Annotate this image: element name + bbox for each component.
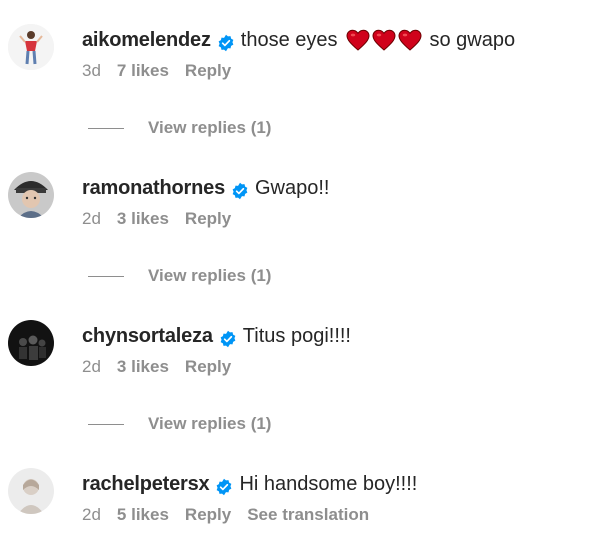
heart-emoji-group xyxy=(345,29,422,51)
comment-text: Hi handsome boy!!!! xyxy=(239,473,418,495)
reply-button[interactable]: Reply xyxy=(185,60,231,82)
view-replies-label: View replies (1) xyxy=(148,266,272,285)
likes-count[interactable]: 7 likes xyxy=(117,60,169,82)
verified-badge-icon xyxy=(215,476,233,496)
comment-line: ramonathornes Gwapo!! xyxy=(82,174,329,202)
username[interactable]: ramonathornes xyxy=(82,174,225,202)
reply-button[interactable]: Reply xyxy=(185,356,231,378)
reply-button[interactable]: Reply xyxy=(185,504,231,526)
verified-badge-icon xyxy=(217,32,235,52)
view-replies-button[interactable]: View replies (1) xyxy=(88,117,271,139)
comment-meta: 2d 3 likes Reply xyxy=(82,208,247,230)
reply-button[interactable]: Reply xyxy=(185,208,231,230)
divider xyxy=(88,275,124,277)
view-replies-label: View replies (1) xyxy=(148,118,272,137)
comment-text: those eyes xyxy=(240,29,338,51)
username[interactable]: rachelpetersx xyxy=(82,470,210,498)
username[interactable]: aikomelendez xyxy=(82,26,211,54)
likes-count[interactable]: 5 likes xyxy=(117,504,169,526)
likes-count[interactable]: 3 likes xyxy=(117,356,169,378)
comment-line: aikomelendez those eyes so gwapo xyxy=(82,26,515,54)
view-replies-button[interactable]: View replies (1) xyxy=(88,413,271,435)
comment-age: 2d xyxy=(82,505,101,524)
divider xyxy=(88,127,124,129)
comment-age: 3d xyxy=(82,61,101,80)
verified-badge-icon xyxy=(231,180,249,200)
comment-age: 2d xyxy=(82,209,101,228)
verified-badge-icon xyxy=(219,328,237,348)
red-heart-icon xyxy=(397,29,422,51)
red-heart-icon xyxy=(345,29,370,51)
comment-line: rachelpetersx Hi handsome boy!!!! xyxy=(82,470,417,498)
username[interactable]: chynsortaleza xyxy=(82,322,213,350)
comment-age: 2d xyxy=(82,357,101,376)
divider xyxy=(88,423,124,425)
view-replies-label: View replies (1) xyxy=(148,414,272,433)
comment-meta: 2d 5 likes Reply See translation xyxy=(82,504,369,526)
see-translation-button[interactable]: See translation xyxy=(247,504,369,526)
red-heart-icon xyxy=(371,29,396,51)
likes-count[interactable]: 3 likes xyxy=(117,208,169,230)
view-replies-button[interactable]: View replies (1) xyxy=(88,265,271,287)
avatar[interactable] xyxy=(8,320,54,366)
comment-text: Gwapo!! xyxy=(255,177,330,199)
avatar[interactable] xyxy=(8,468,54,514)
avatar[interactable] xyxy=(8,172,54,218)
comment-text-continued: so gwapo xyxy=(429,29,516,51)
avatar[interactable] xyxy=(8,24,54,70)
comment-line: chynsortaleza Titus pogi!!!! xyxy=(82,322,351,350)
comment-meta: 3d 7 likes Reply xyxy=(82,60,247,82)
comment-meta: 2d 3 likes Reply xyxy=(82,356,247,378)
comment-text: Titus pogi!!!! xyxy=(242,325,351,347)
